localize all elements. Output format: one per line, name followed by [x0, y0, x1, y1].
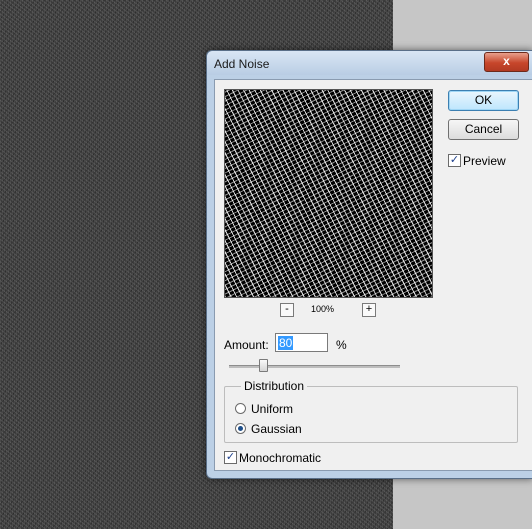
- zoom-out-button[interactable]: -: [280, 303, 294, 317]
- checkmark-icon: ✓: [449, 154, 460, 166]
- ok-button[interactable]: OK: [448, 90, 519, 111]
- monochromatic-checkbox-label[interactable]: Monochromatic: [239, 451, 321, 465]
- preview-checkbox-label: Preview: [463, 154, 506, 168]
- distribution-legend: Distribution: [241, 379, 308, 393]
- dialog-client-area: - 100% + OK Cancel ✓ Preview Amount: 80 …: [214, 79, 532, 471]
- dialog-title: Add Noise: [214, 57, 270, 71]
- distribution-group: Distribution Uniform Gaussian: [224, 379, 518, 443]
- gaussian-radio[interactable]: [235, 423, 246, 434]
- amount-slider-track[interactable]: [229, 365, 400, 368]
- uniform-radio-label[interactable]: Uniform: [251, 402, 293, 416]
- amount-input[interactable]: 80: [275, 333, 328, 352]
- add-noise-dialog: Add Noise x - 100% + OK Cancel ✓ Preview…: [206, 50, 532, 479]
- zoom-level-label: 100%: [311, 304, 335, 314]
- amount-unit-label: %: [336, 338, 347, 352]
- monochromatic-checkbox[interactable]: ✓: [224, 451, 237, 464]
- gaussian-radio-label[interactable]: Gaussian: [251, 422, 302, 436]
- noise-preview-image[interactable]: [224, 89, 433, 298]
- amount-slider-thumb[interactable]: [259, 359, 269, 372]
- uniform-radio[interactable]: [235, 403, 246, 414]
- amount-input-value: 80: [278, 336, 294, 350]
- close-icon: x: [503, 54, 510, 68]
- preview-checkbox[interactable]: ✓: [448, 154, 461, 167]
- checkmark-icon: ✓: [225, 451, 236, 463]
- zoom-in-button[interactable]: +: [362, 303, 376, 317]
- dialog-title-bar[interactable]: Add Noise x: [207, 51, 532, 75]
- cancel-button[interactable]: Cancel: [448, 119, 519, 140]
- amount-label: Amount:: [224, 338, 269, 352]
- close-button[interactable]: x: [484, 52, 529, 72]
